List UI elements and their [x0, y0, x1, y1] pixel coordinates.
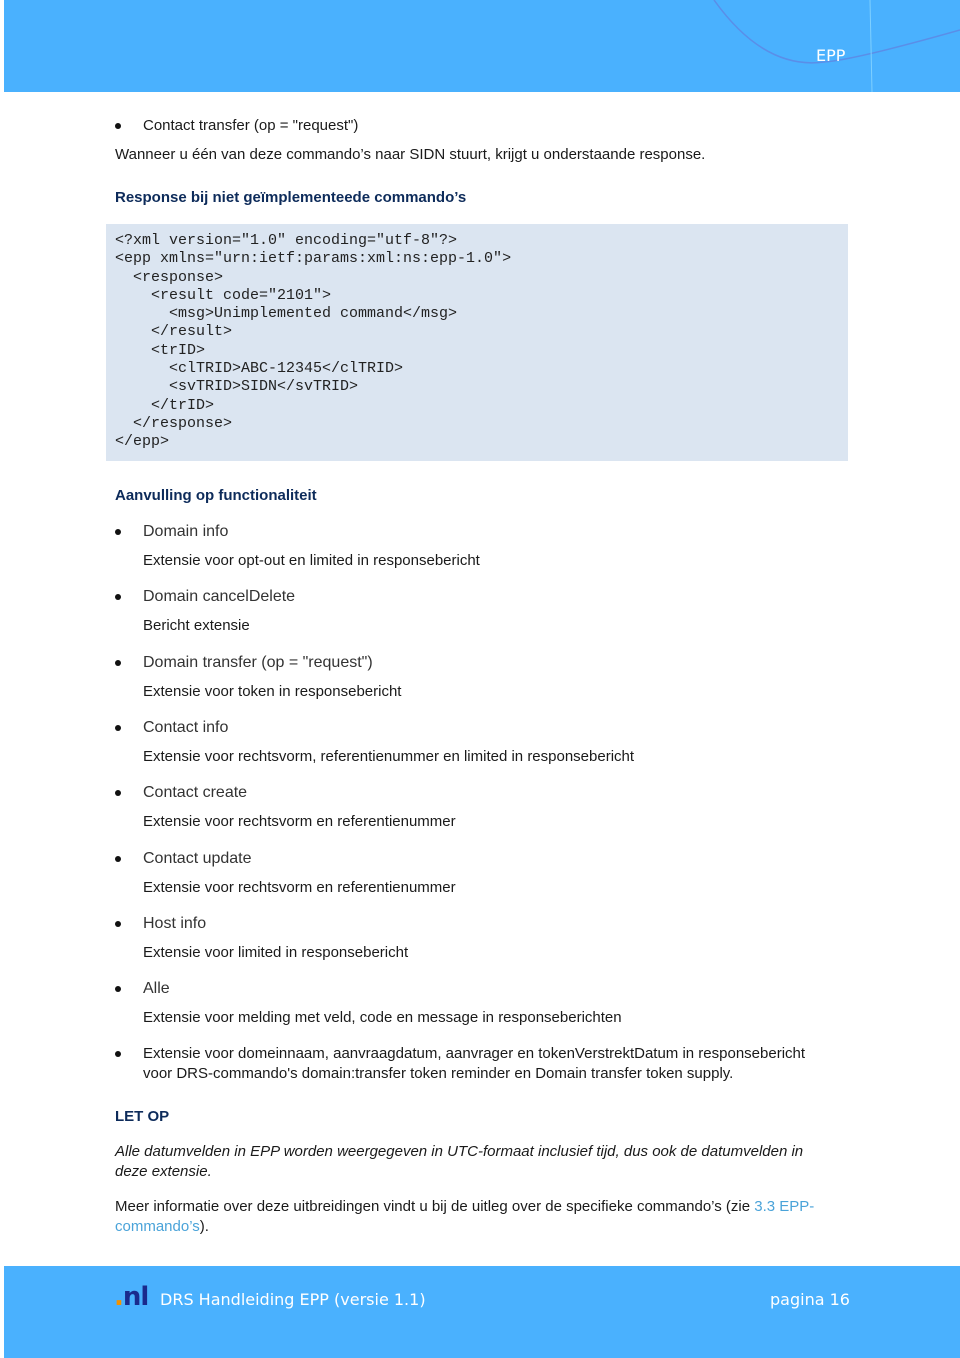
- aanvulling-heading: Aanvulling op functionaliteit: [115, 487, 317, 504]
- sidn-logo: .nl: [114, 1282, 149, 1312]
- bullet-icon: [115, 1051, 121, 1057]
- code-line: </result>: [115, 323, 233, 341]
- code-line: <svTRID>SIDN</svTRID>: [115, 378, 359, 396]
- item-title: Contact create: [143, 784, 248, 802]
- code-line: <trID>: [115, 341, 206, 359]
- last-bullet-line2: voor DRS-commando's domain:transfer toke…: [143, 1065, 734, 1082]
- let-op-line1: Alle datumvelden in EPP worden weergegev…: [115, 1143, 804, 1160]
- footer-page: pagina 16: [770, 1290, 850, 1309]
- bullet-icon: [115, 123, 121, 129]
- header-title: EPP: [816, 46, 846, 65]
- last-bullet-line1: Extensie voor domeinnaam, aanvraagdatum,…: [143, 1045, 806, 1062]
- code-line: <clTRID>ABC-12345</clTRID>: [115, 360, 404, 378]
- item-title: Domain transfer (op = "request"): [143, 653, 373, 671]
- item-desc: Extensie voor rechtsvorm, referentienumm…: [143, 747, 635, 765]
- item-title: Contact update: [143, 849, 252, 867]
- let-op-line2: deze extensie.: [115, 1163, 212, 1180]
- item-title: Domain cancelDelete: [143, 588, 296, 606]
- intro-bullet: Contact transfer (op = "request"): [143, 117, 359, 134]
- code-line: </response>: [115, 414, 233, 432]
- item-desc: Extensie voor opt-out en limited in resp…: [143, 552, 480, 569]
- page-header: EPP: [4, 0, 960, 92]
- code-line: </trID>: [115, 396, 215, 414]
- response-heading: Response bij niet geïmplementeede comman…: [115, 189, 467, 206]
- bullet-icon: [115, 659, 121, 666]
- item-desc: Extensie voor melding met veld, code en …: [143, 1009, 622, 1027]
- bullet-icon: [115, 790, 121, 797]
- item-desc: Extensie voor limited in responsebericht: [143, 943, 409, 961]
- bullet-icon: [115, 724, 121, 731]
- let-op-heading: LET OP: [115, 1108, 170, 1125]
- item-title: Host info: [143, 914, 207, 932]
- footer-title: DRS Handleiding EPP (versie 1.1): [160, 1290, 426, 1309]
- item-desc: Extensie voor rechtsvorm en referentienu…: [143, 878, 456, 896]
- code-line: <response>: [115, 268, 224, 286]
- item-desc: Extensie voor token in responsebericht: [143, 682, 402, 700]
- meer-text: Meer informatie over deze uitbreidingen …: [115, 1198, 755, 1215]
- item-title: Contact info: [143, 718, 229, 736]
- bullet-icon: [115, 986, 121, 993]
- meer-end: ).: [199, 1218, 209, 1235]
- code-line: <result code="2101">: [115, 286, 332, 304]
- bullet-icon: [115, 855, 121, 862]
- epp-commands-link[interactable]: 3.3 EPP-: [754, 1198, 814, 1215]
- bullet-icon: [115, 594, 121, 601]
- code-line: <msg>Unimplemented command</msg>: [115, 305, 458, 323]
- code-line: <?xml version="1.0" encoding="utf-8"?>: [115, 232, 458, 249]
- intro-text: Wanneer u één van deze commando’s naar S…: [115, 146, 706, 163]
- code-block: <?xml version="1.0" encoding="utf-8"?> <e…: [106, 224, 848, 461]
- item-desc: Extensie voor rechtsvorm en referentienu…: [143, 813, 456, 831]
- epp-commands-link[interactable]: commando’s: [115, 1218, 200, 1235]
- code-line: <epp xmlns="urn:ietf:params:xml:ns:epp-1…: [115, 250, 512, 268]
- item-title: Domain info: [143, 523, 229, 540]
- meer-line1: Meer informatie over deze uitbreidingen …: [115, 1197, 814, 1216]
- bullet-icon: [115, 920, 121, 927]
- item-desc: Bericht extensie: [143, 617, 250, 635]
- item-title: Alle: [143, 980, 170, 998]
- code-line: </epp>: [115, 433, 170, 451]
- bullet-icon: [115, 529, 121, 535]
- page-footer: [4, 1266, 960, 1358]
